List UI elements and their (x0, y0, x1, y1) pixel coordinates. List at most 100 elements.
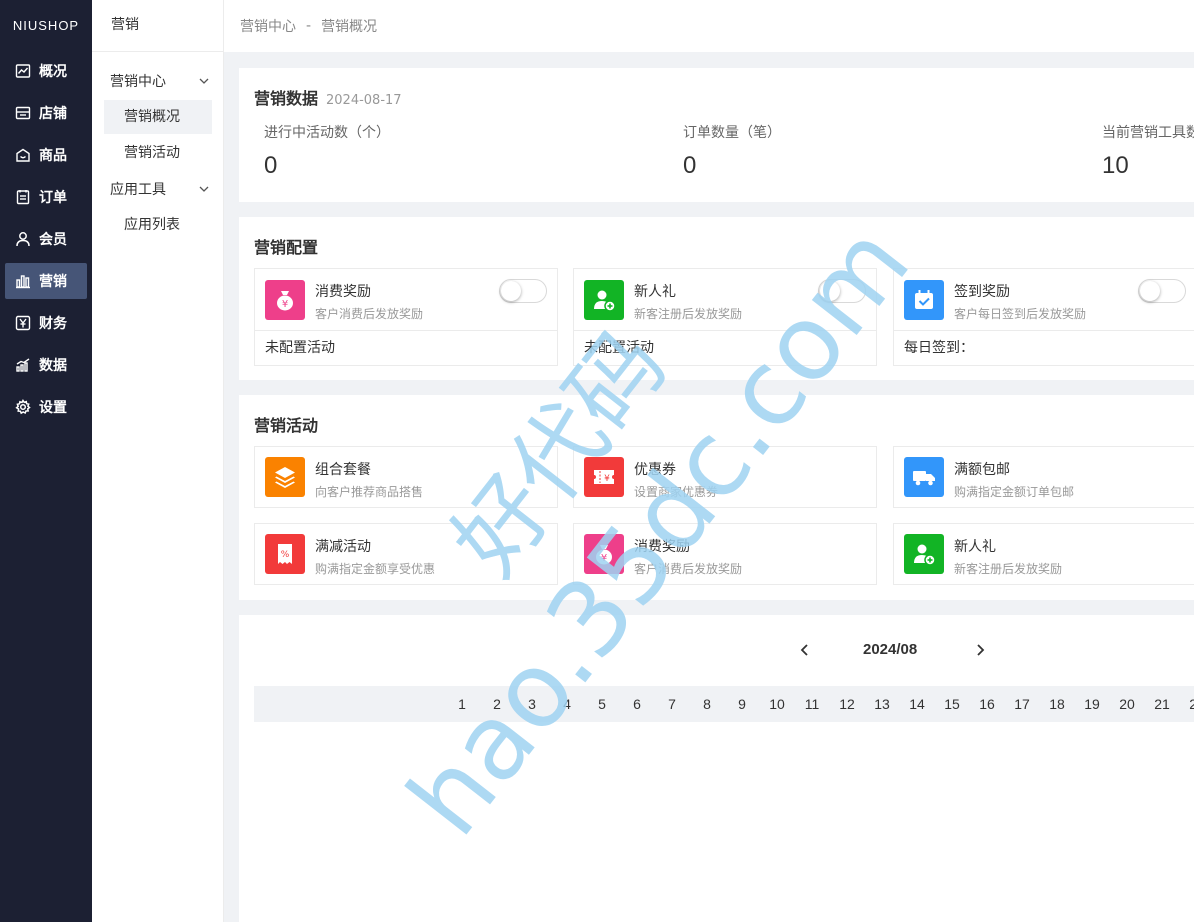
coupon-icon: ¥ (584, 457, 624, 497)
chevron-left-icon (800, 644, 808, 656)
stat-order-count: 订单数量（笔） 0 (683, 125, 781, 179)
nav-item-goods[interactable]: 商品 (5, 137, 87, 173)
calendar-day[interactable]: 7 (660, 696, 684, 712)
calendar-day[interactable]: 13 (870, 696, 894, 712)
calendar-day[interactable]: 18 (1045, 696, 1069, 712)
sub-sidebar-title: 营销 (92, 0, 223, 52)
calendar-day[interactable]: 12 (835, 696, 859, 712)
prev-month-button[interactable] (798, 638, 812, 662)
chevron-down-icon (199, 186, 209, 192)
activity-full-reduction[interactable]: % 满减活动 购满指定金额享受优惠 (254, 523, 558, 585)
calendar-day[interactable]: 5 (590, 696, 614, 712)
calendar-day[interactable]: 4 (555, 696, 579, 712)
calendar-day[interactable]: 22 (1185, 696, 1194, 712)
yen-icon (15, 315, 31, 331)
section-title: 营销配置 (254, 238, 319, 257)
calendar-check-icon (904, 280, 944, 320)
stat-marketing-tools: 当前营销工具数 10 (1102, 125, 1194, 179)
breadcrumb-current: 营销概况 (321, 19, 378, 35)
calendar-month: 2024/08 (863, 641, 918, 658)
marketing-config-card: 营销配置 ¥ 消费奖励 客户消费后发放奖励 未配置活动 新人礼 新客注册后发放奖… (239, 217, 1194, 380)
nav-item-marketing[interactable]: 营销 (5, 263, 87, 299)
stat-active-activities: 进行中活动数（个） 0 (264, 125, 390, 179)
config-consume-reward[interactable]: ¥ 消费奖励 客户消费后发放奖励 未配置活动 (254, 268, 558, 366)
layers-icon (265, 457, 305, 497)
breadcrumb-item[interactable]: 营销中心 (240, 16, 296, 36)
activity-combo-package[interactable]: 组合套餐 向客户推荐商品搭售 (254, 446, 558, 508)
next-month-button[interactable] (973, 638, 987, 662)
calendar-day[interactable]: 11 (800, 696, 824, 712)
calendar-day[interactable]: 16 (975, 696, 999, 712)
clipboard-icon (16, 190, 30, 205)
section-title: 营销数据 2024-08-17 (254, 89, 402, 108)
toggle-switch[interactable] (1138, 279, 1186, 303)
activity-free-shipping[interactable]: 满额包邮 购满指定金额订单包邮 (893, 446, 1194, 508)
config-signin-reward[interactable]: 签到奖励 客户每日签到后发放奖励 每日签到： (893, 268, 1194, 366)
calendar-card: 2024/08 1 2 3 4 5 6 7 8 9 10 11 12 13 14 15 16 17 18 19 20 2… (239, 615, 1194, 922)
calendar-day[interactable]: 15 (940, 696, 964, 712)
calendar-day[interactable]: 14 (905, 696, 929, 712)
logo: NIUSHOP (12, 18, 80, 33)
svg-text:¥: ¥ (601, 553, 607, 564)
marketing-data-card: 营销数据 2024-08-17 进行中活动数（个） 0 订单数量（笔） 0 当前营… (239, 68, 1194, 202)
nav-item-overview[interactable]: 概况 (5, 53, 87, 89)
sub-sidebar: 营销 营销中心 营销概况 营销活动 应用工具 应用列表 (92, 0, 224, 922)
calendar-day[interactable]: 21 (1150, 696, 1174, 712)
calendar-day[interactable]: 10 (765, 696, 789, 712)
nav-item-data[interactable]: 数据 (5, 347, 87, 383)
config-status: 未配置活动 (265, 340, 335, 356)
breadcrumb-separator: - (306, 18, 312, 34)
nav-item-finance[interactable]: 财务 (5, 305, 87, 341)
nav-item-settings[interactable]: 设置 (5, 389, 87, 425)
user-icon (16, 232, 30, 247)
nav-item-orders[interactable]: 订单 (5, 179, 87, 215)
activity-new-user-gift[interactable]: 新人礼 新客注册后发放奖励 (893, 523, 1194, 585)
chevron-right-icon (977, 644, 985, 656)
marketing-activities-card: 营销活动 组合套餐 向客户推荐商品搭售 ¥ 优惠券 设置商家优惠券 满额包邮 购… (239, 395, 1194, 600)
store-icon (15, 106, 31, 120)
calendar-day-bar: 12345678910111213141516171819202122 (254, 686, 1194, 722)
calendar-day[interactable]: 2 (485, 696, 509, 712)
config-status: 每日签到： (904, 340, 974, 356)
money-bag-icon: ¥ (584, 534, 624, 574)
activity-consume-reward[interactable]: ¥ 消费奖励 客户消费后发放奖励 (573, 523, 877, 585)
toggle-switch[interactable] (499, 279, 547, 303)
menu-link-app-list[interactable]: 应用列表 (104, 208, 212, 242)
calendar-day[interactable]: 19 (1080, 696, 1104, 712)
discount-icon: % (265, 534, 305, 574)
breadcrumb: 营销中心 - 营销概况 (224, 0, 1194, 52)
svg-text:¥: ¥ (282, 299, 288, 310)
activity-coupon[interactable]: ¥ 优惠券 设置商家优惠券 (573, 446, 877, 508)
svg-text:¥: ¥ (604, 474, 610, 484)
calendar-day[interactable]: 17 (1010, 696, 1034, 712)
gear-icon (15, 399, 31, 415)
config-new-user-gift[interactable]: 新人礼 新客注册后发放奖励 未配置活动 (573, 268, 877, 366)
user-add-icon (584, 280, 624, 320)
main-nav: NIUSHOP 概况 店铺 商品 订单 会员 营销 财务 数据 设置 (0, 0, 92, 922)
chart-line-icon (15, 64, 31, 78)
section-title: 营销活动 (254, 416, 319, 435)
menu-link-marketing-activities[interactable]: 营销活动 (104, 136, 212, 170)
calendar-day[interactable]: 20 (1115, 696, 1139, 712)
calendar-day[interactable]: 8 (695, 696, 719, 712)
svg-text:%: % (281, 550, 290, 560)
menu-link-marketing-overview[interactable]: 营销概况 (104, 100, 212, 134)
nav-item-store[interactable]: 店铺 (5, 95, 87, 131)
config-status: 未配置活动 (584, 340, 654, 356)
menu-group-app-tools[interactable]: 应用工具 (110, 179, 210, 199)
calendar-day[interactable]: 3 (520, 696, 544, 712)
nav-item-members[interactable]: 会员 (5, 221, 87, 257)
calendar-day[interactable]: 1 (450, 696, 474, 712)
chevron-down-icon (199, 78, 209, 84)
bar-chart-icon (16, 275, 30, 289)
toggle-switch[interactable] (818, 279, 866, 303)
truck-icon (904, 457, 944, 497)
user-add-icon (904, 534, 944, 574)
stats-date: 2024-08-17 (326, 93, 402, 108)
data-icon (16, 358, 30, 372)
money-bag-icon: ¥ (265, 280, 305, 320)
bag-icon (16, 148, 30, 162)
calendar-day[interactable]: 9 (730, 696, 754, 712)
calendar-day[interactable]: 6 (625, 696, 649, 712)
menu-group-marketing-center[interactable]: 营销中心 (110, 71, 210, 91)
